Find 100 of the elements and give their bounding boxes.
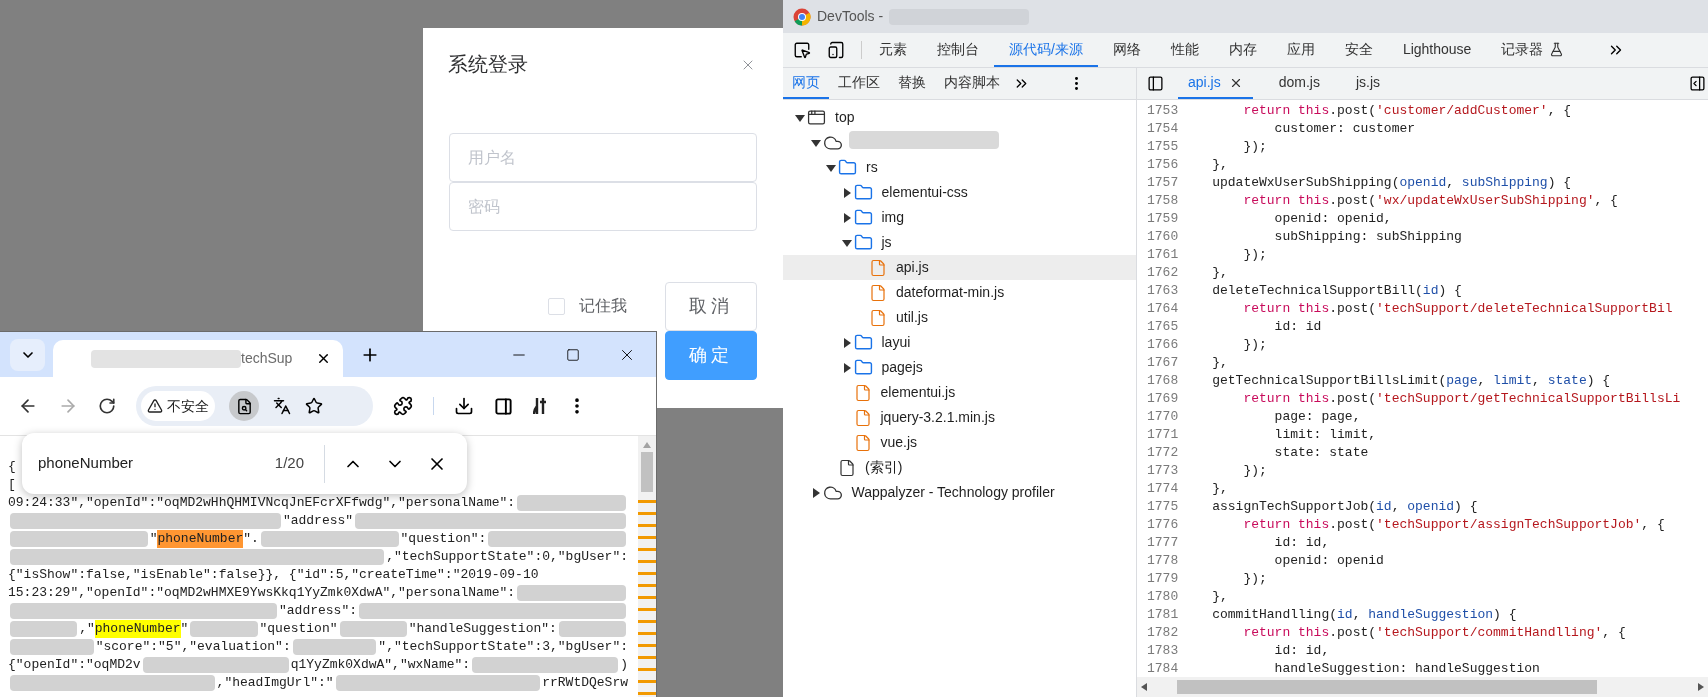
navigator-tab[interactable]: 替换 (889, 68, 935, 99)
json-text: ,"techSupportState":0,"bgUser": (386, 548, 628, 566)
editor-tab[interactable]: js.js (1345, 68, 1391, 99)
tree-item[interactable]: layui (783, 330, 1136, 355)
panel-tab[interactable]: 内存 (1213, 33, 1272, 67)
code-line: commitHandlling(id, handleSuggestion) { (1211, 606, 1517, 624)
line-number: 1757 (1146, 174, 1180, 192)
caret-right-icon[interactable] (841, 362, 852, 373)
tree-item[interactable]: (索引) (783, 455, 1136, 480)
username-field[interactable]: 用户名 (449, 133, 757, 182)
extension-icon[interactable] (393, 396, 413, 416)
redaction-block (190, 621, 258, 637)
tree-item[interactable]: top (783, 105, 1136, 130)
password-field[interactable]: 密码 (449, 182, 757, 231)
tree-item[interactable]: js (783, 230, 1136, 255)
toggle-sidebar-icon[interactable] (1689, 75, 1706, 92)
scroll-left-icon[interactable] (1141, 683, 1147, 691)
json-text: "handleSuggestion": (408, 620, 557, 638)
panel-tab[interactable]: 安全 (1329, 33, 1388, 67)
caret-down-icon[interactable] (826, 162, 836, 173)
caret-right-icon[interactable] (841, 337, 852, 348)
line-number: 1758 (1146, 192, 1180, 210)
browser-logo-icon (793, 7, 811, 26)
code-line: id: id (1273, 318, 1322, 336)
navigator-tab[interactable]: 工作区 (829, 68, 889, 99)
match-marker (638, 644, 656, 647)
close-icon[interactable] (316, 351, 331, 366)
tree-item[interactable]: elementui-css (783, 180, 1136, 205)
editor-tab[interactable]: dom.js (1268, 68, 1330, 99)
panel-tab[interactable]: 控制台 (922, 33, 994, 67)
security-chip[interactable]: 不安全 (141, 391, 215, 421)
inspect-icon[interactable] (793, 41, 811, 59)
scrollbar[interactable] (638, 436, 656, 697)
address-bar[interactable]: 不安全 (136, 386, 373, 426)
device-toolbar-icon[interactable] (827, 41, 845, 59)
tree-item[interactable]: util.js (783, 305, 1136, 330)
code-line: }); (1242, 246, 1267, 264)
tree-item[interactable]: Wappalyzer - Technology profiler (783, 480, 1136, 505)
panel-tab[interactable]: 元素 (864, 33, 922, 67)
json-text: ," (79, 620, 95, 638)
tree-item[interactable]: vue.js (783, 430, 1136, 455)
download-icon[interactable] (454, 396, 474, 416)
line-number: 1759 (1146, 210, 1180, 228)
navigator-tab[interactable]: 网页 (783, 68, 829, 99)
page-search-icon[interactable] (235, 397, 253, 415)
file-icon (838, 458, 856, 477)
extension-logo-icon[interactable] (533, 396, 547, 416)
panel-tab[interactable]: 网络 (1097, 33, 1156, 67)
match-marker (638, 596, 656, 599)
editor-tab[interactable]: api.js (1178, 68, 1253, 99)
side-panel-icon[interactable] (494, 396, 513, 416)
line-number: 1772 (1146, 444, 1180, 462)
json-text: 09:24:33","openId":"oqMD2wHhQHMIVNcqJnEFcrXFfwdg","personalName": (8, 494, 516, 512)
horizontal-scrollbar[interactable] (1137, 677, 1708, 697)
panel-tab[interactable]: 性能 (1155, 33, 1214, 67)
panel-tab[interactable]: 应用 (1271, 33, 1330, 67)
maximize-icon[interactable] (566, 347, 580, 362)
panel-tab[interactable]: Lighthouse (1387, 33, 1487, 67)
match-marker (638, 524, 656, 527)
caret-down-icon[interactable] (841, 237, 852, 248)
code-line: limit: limit, (1273, 426, 1377, 444)
reload-icon[interactable] (98, 397, 116, 415)
tree-item[interactable]: api.js (783, 255, 1136, 280)
match-marker (638, 584, 656, 587)
match-marker (638, 620, 656, 623)
scrollbar-thumb[interactable] (641, 452, 653, 492)
line-number: 1761 (1146, 246, 1180, 264)
tree-item[interactable]: jquery-3.2.1.min.js (783, 405, 1136, 430)
folder-icon (853, 183, 873, 202)
tree-item[interactable]: rs (783, 155, 1136, 180)
line-number: 1766 (1146, 336, 1180, 354)
line-number: 1782 (1146, 624, 1180, 642)
caret-down-icon[interactable] (795, 112, 805, 123)
tree-item[interactable]: dateformat-min.js (783, 280, 1136, 305)
scrollbar-thumb[interactable] (1177, 680, 1597, 694)
line-number: 1760 (1146, 228, 1180, 246)
browser-tab[interactable]: techSup (53, 340, 343, 377)
scroll-right-icon[interactable] (1698, 683, 1704, 691)
caret-down-icon[interactable] (810, 137, 821, 148)
caret-right-icon[interactable] (810, 487, 821, 498)
navigator-tab[interactable]: 内容脚本 (935, 68, 1009, 99)
line-number: 1770 (1146, 408, 1180, 426)
toggle-navigator-icon[interactable] (1147, 75, 1164, 92)
remember-checkbox[interactable] (548, 297, 565, 315)
translate-icon[interactable] (273, 397, 291, 415)
tree-item[interactable]: img (783, 205, 1136, 230)
tab-search-button[interactable] (10, 338, 45, 371)
caret-right-icon[interactable] (841, 187, 852, 198)
caret-right-icon[interactable] (841, 212, 852, 223)
panel-tab[interactable]: 记录器 (1486, 33, 1580, 67)
tree-item[interactable]: pagejs (783, 355, 1136, 380)
cancel-button[interactable]: 取消 (665, 282, 757, 331)
code-line: deleteTechnicalSupportBill(id) { (1211, 282, 1462, 300)
dialog-title: 系统登录 (448, 52, 528, 77)
find-field[interactable]: phoneNumber (38, 452, 218, 475)
match-marker (638, 500, 656, 503)
file-icon (869, 258, 887, 277)
tree-item[interactable]: elementui.js (783, 380, 1136, 405)
line-number: 1778 (1146, 552, 1180, 570)
star-icon[interactable] (305, 397, 323, 415)
